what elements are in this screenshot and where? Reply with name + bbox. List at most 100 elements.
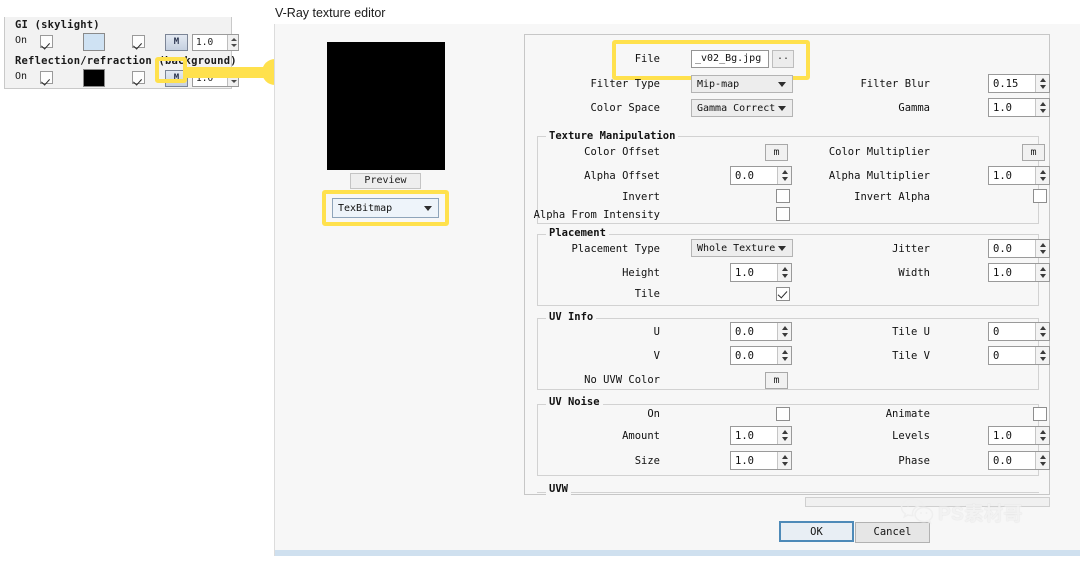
spinner-arrows-icon[interactable] xyxy=(1035,264,1049,281)
spinner-arrows-icon[interactable] xyxy=(777,427,791,444)
chevron-down-icon xyxy=(424,205,432,211)
reflection-refraction-title: Reflection/refraction (background) xyxy=(15,55,237,67)
filter-type-value: Mip-map xyxy=(697,78,740,90)
spinner-arrows-icon[interactable] xyxy=(777,264,791,281)
color-offset-map-button[interactable]: m xyxy=(765,144,788,161)
alpha-multiplier-value: 1.0 xyxy=(993,169,1012,182)
levels-label: Levels xyxy=(892,430,930,442)
phase-spinner[interactable]: 0.0 xyxy=(988,451,1050,470)
color-offset-label: Color Offset xyxy=(584,146,660,158)
size-spinner[interactable]: 1.0 xyxy=(730,451,792,470)
jitter-value: 0.0 xyxy=(993,242,1012,255)
gi-multiplier-spinner[interactable]: 1.0 xyxy=(192,34,239,51)
alpha-offset-label: Alpha Offset xyxy=(584,170,660,182)
filter-blur-label: Filter Blur xyxy=(860,78,930,90)
amount-label: Amount xyxy=(622,430,660,442)
spinner-arrows-icon[interactable] xyxy=(777,167,791,184)
color-space-label: Color Space xyxy=(590,102,660,114)
texture-manipulation-label: Texture Manipulation xyxy=(546,130,679,142)
uvw-label: UVW xyxy=(546,483,571,495)
file-browse-button[interactable]: .. xyxy=(772,50,794,68)
spinner-arrows-icon[interactable] xyxy=(1035,240,1049,257)
watermark: PS素材哥 xyxy=(900,497,1023,527)
ok-button[interactable]: OK xyxy=(779,521,854,542)
screenshot-root: GI (skylight) On M 1.0 Reflection/refrac… xyxy=(0,0,1080,562)
v-spinner[interactable]: 0.0 xyxy=(730,346,792,365)
spinner-arrows-icon[interactable] xyxy=(1035,347,1049,364)
tile-v-value: 0 xyxy=(993,349,1000,362)
file-input[interactable]: _v02_Bg.jpg xyxy=(691,50,769,68)
spinner-arrows-icon[interactable] xyxy=(777,452,791,469)
alpha-offset-value: 0.0 xyxy=(735,169,754,182)
animate-checkbox[interactable] xyxy=(1033,407,1047,421)
uv-info-label: UV Info xyxy=(546,311,597,323)
gamma-spinner[interactable]: 1.0 xyxy=(988,98,1050,117)
spinner-arrows-icon[interactable] xyxy=(777,323,791,340)
gi-map-button[interactable]: M xyxy=(165,34,188,51)
gi-multiplier-arrows-icon[interactable] xyxy=(227,35,238,50)
u-spinner[interactable]: 0.0 xyxy=(730,322,792,341)
color-space-combo[interactable]: Gamma Correct xyxy=(691,99,793,117)
wechat-icon xyxy=(900,498,934,525)
tile-checkbox[interactable] xyxy=(776,287,790,301)
spinner-arrows-icon[interactable] xyxy=(1035,323,1049,340)
gi-map-enable-checkbox[interactable] xyxy=(132,35,145,48)
spinner-arrows-icon[interactable] xyxy=(777,347,791,364)
filter-blur-spinner[interactable]: 0.15 xyxy=(988,74,1050,93)
no-uvw-color-map-button[interactable]: m xyxy=(765,372,788,389)
size-value: 1.0 xyxy=(735,454,754,467)
tile-u-label: Tile U xyxy=(892,326,930,338)
uv-noise-label: UV Noise xyxy=(546,396,603,408)
texture-type-value: TexBitmap xyxy=(338,202,393,214)
width-spinner[interactable]: 1.0 xyxy=(988,263,1050,282)
tile-v-label: Tile V xyxy=(892,350,930,362)
alpha-multiplier-label: Alpha Multiplier xyxy=(828,170,930,182)
alpha-from-intensity-checkbox[interactable] xyxy=(776,207,790,221)
gi-color-swatch[interactable] xyxy=(83,33,105,51)
uvw-fieldset xyxy=(537,492,1039,494)
window-title: V-Ray texture editor xyxy=(275,6,386,20)
watermark-text: PS素材哥 xyxy=(938,503,1023,525)
gamma-label: Gamma xyxy=(898,102,930,114)
tile-u-spinner[interactable]: 0 xyxy=(988,322,1050,341)
no-uvw-color-label: No UVW Color xyxy=(584,374,660,386)
alpha-multiplier-spinner[interactable]: 1.0 xyxy=(988,166,1050,185)
jitter-label: Jitter xyxy=(892,243,930,255)
reflection-map-enable-checkbox[interactable] xyxy=(132,71,145,84)
jitter-spinner[interactable]: 0.0 xyxy=(988,239,1050,258)
gamma-value: 1.0 xyxy=(993,101,1012,114)
reflection-on-checkbox[interactable] xyxy=(40,71,53,84)
amount-spinner[interactable]: 1.0 xyxy=(730,426,792,445)
texture-type-combo[interactable]: TexBitmap xyxy=(332,198,439,218)
spinner-arrows-icon[interactable] xyxy=(1035,427,1049,444)
filter-type-combo[interactable]: Mip-map xyxy=(691,75,793,93)
spinner-arrows-icon[interactable] xyxy=(1035,452,1049,469)
uv-noise-on-checkbox[interactable] xyxy=(776,407,790,421)
uv-noise-on-label: On xyxy=(647,408,660,420)
spinner-arrows-icon[interactable] xyxy=(1035,167,1049,184)
chevron-down-icon xyxy=(778,105,786,111)
spinner-arrows-icon[interactable] xyxy=(1035,99,1049,116)
reflection-color-swatch[interactable] xyxy=(83,69,105,87)
invert-checkbox[interactable] xyxy=(776,189,790,203)
gi-on-checkbox[interactable] xyxy=(40,35,53,48)
tile-v-spinner[interactable]: 0 xyxy=(988,346,1050,365)
invert-alpha-checkbox[interactable] xyxy=(1033,189,1047,203)
height-label: Height xyxy=(622,267,660,279)
placement-type-combo[interactable]: Whole Texture xyxy=(691,239,793,257)
phase-label: Phase xyxy=(898,455,930,467)
file-label: File xyxy=(634,53,660,65)
height-value: 1.0 xyxy=(735,266,754,279)
vray-environment-rollout: GI (skylight) On M 1.0 Reflection/refrac… xyxy=(4,17,239,89)
v-value: 0.0 xyxy=(735,349,754,362)
filter-type-label: Filter Type xyxy=(590,78,660,90)
gi-skylight-title: GI (skylight) xyxy=(15,19,100,31)
alpha-offset-spinner[interactable]: 0.0 xyxy=(730,166,792,185)
preview-button[interactable]: Preview xyxy=(350,173,421,189)
levels-spinner[interactable]: 1.0 xyxy=(988,426,1050,445)
height-spinner[interactable]: 1.0 xyxy=(730,263,792,282)
gi-multiplier-value: 1.0 xyxy=(196,37,214,48)
color-space-value: Gamma Correct xyxy=(697,102,776,114)
spinner-arrows-icon[interactable] xyxy=(1035,75,1049,92)
color-multiplier-map-button[interactable]: m xyxy=(1022,144,1045,161)
